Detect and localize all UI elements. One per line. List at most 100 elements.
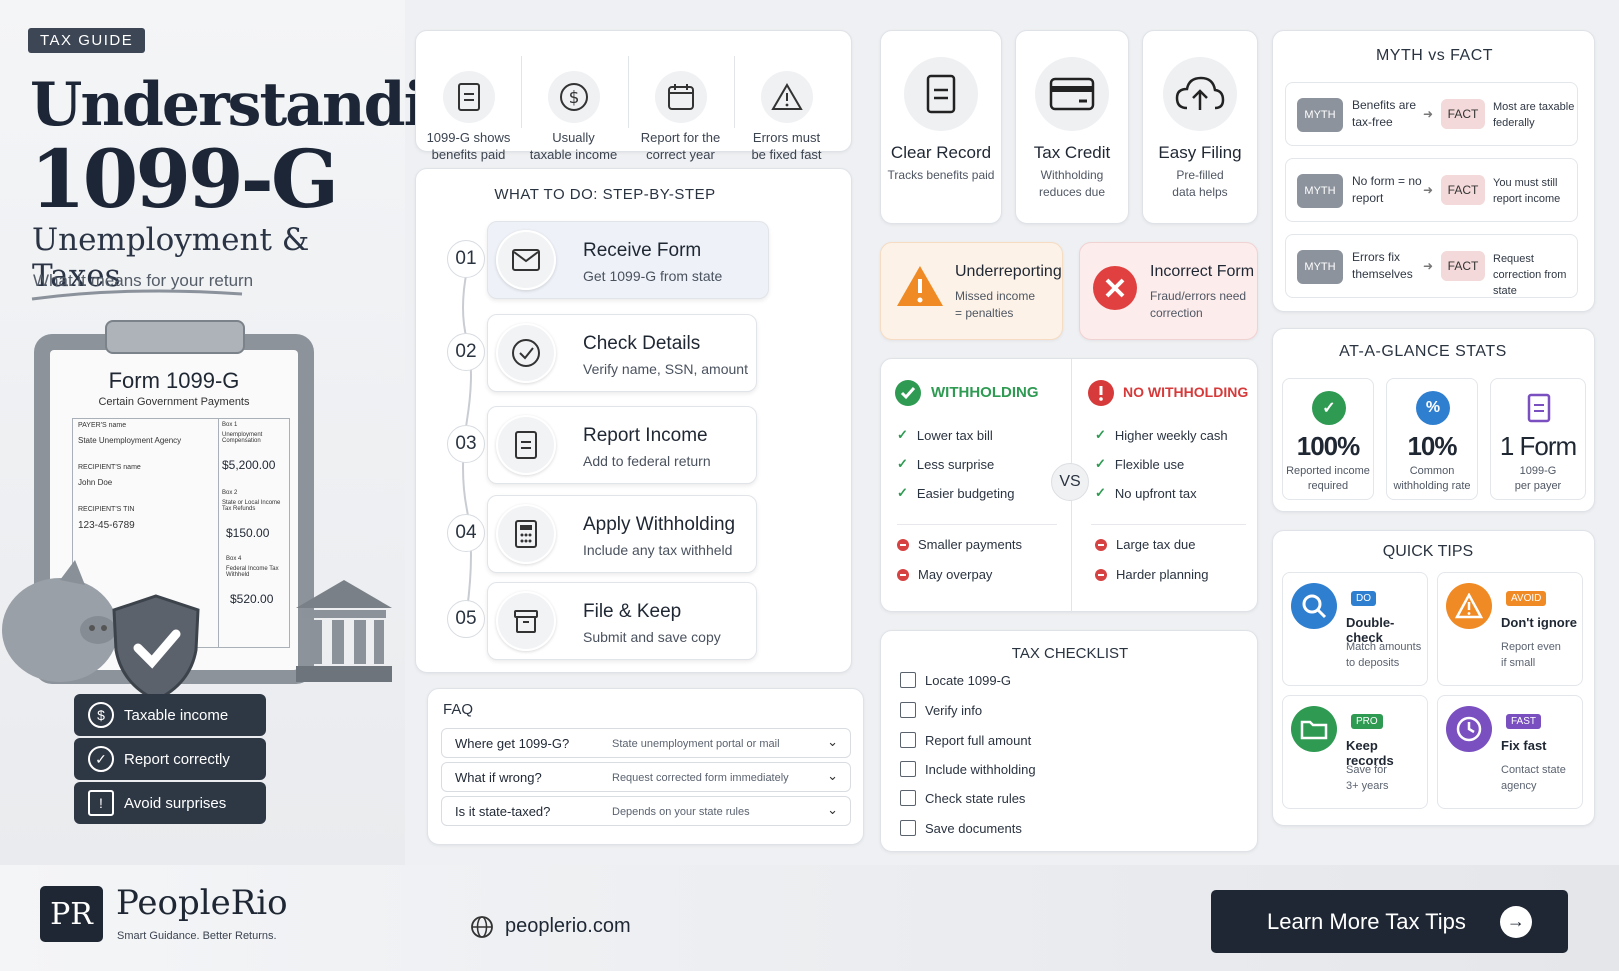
checklist-item[interactable]: Report full amount: [900, 732, 1031, 748]
alert-underreporting: Underreporting Missed income = penalties: [880, 242, 1063, 340]
document-icon: [515, 431, 537, 459]
myth-text: Benefits are tax-free: [1352, 98, 1417, 129]
step-file-keep: File & Keep Submit and save copy: [487, 582, 757, 660]
myth-title: MYTH vs FACT: [1375, 47, 1494, 64]
tip-double-check: DO Double-check Match amounts to deposit…: [1282, 572, 1428, 686]
payer-label: PAYER'S name: [78, 422, 127, 429]
feature-text: benefits paid: [431, 147, 506, 162]
compare-right-title: NO WITHHOLDING: [1123, 384, 1249, 400]
feature-text: taxable income: [529, 147, 618, 162]
shield-check-icon: [112, 594, 200, 702]
checkbox[interactable]: [900, 702, 916, 718]
feature-text: Errors must: [752, 130, 821, 145]
feature-text: be fixed fast: [751, 147, 822, 162]
check-icon: ✓: [1095, 456, 1106, 471]
step-desc: Add to federal return: [583, 453, 711, 469]
faq-answer: State unemployment portal or mail: [612, 738, 780, 750]
card-clear-record: Clear Record Tracks benefits paid: [880, 30, 1002, 224]
box1-value: $5,200.00: [222, 458, 276, 472]
tip-title: Fix fast: [1501, 738, 1547, 753]
check-icon: ✓: [88, 746, 114, 772]
form-title: Form 1099-G: [108, 368, 240, 393]
pro-item: ✓ Flexible use: [1095, 456, 1185, 472]
check-icon: ✓: [1095, 485, 1106, 500]
website-link[interactable]: peoplerio.com: [505, 915, 631, 938]
brand-name: PeopleRio: [116, 883, 288, 923]
feature-text: 1099-G shows: [426, 130, 511, 145]
chevron-down-icon: ⌄: [827, 802, 838, 817]
alert-circle-icon: [1088, 380, 1114, 406]
steps-title: WHAT TO DO: STEP-BY-STEP: [494, 186, 716, 203]
alert-title: Underreporting: [955, 263, 1062, 280]
recipient-value: John Doe: [78, 478, 113, 487]
feature-text: Usually: [552, 130, 595, 145]
checklist-item[interactable]: Save documents: [900, 820, 1022, 836]
tip-desc: 3+ years: [1346, 780, 1389, 792]
faq-answer: Depends on your state rules: [612, 806, 750, 818]
arrow-right-icon: ➜: [1423, 183, 1434, 197]
pill-label: Taxable income: [124, 706, 229, 724]
tip-title: Don't ignore: [1501, 615, 1578, 630]
clipboard-clip: [105, 320, 245, 354]
dollar-icon: $: [559, 83, 588, 111]
pro-item: ✓ Easier budgeting: [897, 485, 1015, 501]
tip-desc: if small: [1501, 657, 1536, 669]
tip-desc: Match amounts: [1346, 641, 1422, 653]
checklist-item[interactable]: Include withholding: [900, 761, 1036, 777]
card-title: Clear Record: [890, 143, 992, 162]
checkbox[interactable]: [900, 672, 916, 688]
tip-keep-records: PRO Keep records Save for 3+ years: [1282, 695, 1428, 809]
compare-left-title: WITHHOLDING: [931, 384, 1039, 401]
feature-strip: 1099-G shows benefits paid $ Usually tax…: [415, 30, 852, 162]
checkbox[interactable]: [900, 732, 916, 748]
minus-icon: [1095, 538, 1107, 551]
box4-value: $520.00: [230, 592, 274, 606]
pill-avoid-surprises: ! Avoid surprises: [74, 782, 266, 824]
stat-withholding-rate: % 10% Common withholding rate: [1386, 378, 1478, 500]
recipient-label: RECIPIENT'S name: [78, 464, 141, 471]
check-icon: ✓: [1095, 427, 1106, 442]
pro-item: ✓ Higher weekly cash: [1095, 427, 1228, 443]
dollar-icon: $: [88, 702, 114, 728]
pill-report-correctly: ✓ Report correctly: [74, 738, 266, 780]
stat-label: Common: [1409, 465, 1455, 477]
chevron-down-icon: ⌄: [827, 734, 838, 749]
hero-panel: TAX GUIDE Understanding 1099-G Unemploym…: [0, 0, 508, 865]
stat-reported-income: ✓ 100% Reported income required: [1282, 378, 1374, 500]
stat-label: Reported income: [1286, 465, 1370, 477]
warning-icon: [770, 83, 803, 110]
step-title: Receive Form: [583, 240, 702, 261]
tip-desc: Save for: [1346, 764, 1387, 776]
check-icon: ✓: [897, 485, 908, 500]
check-circle-icon: [895, 380, 921, 406]
checkbox[interactable]: [900, 790, 916, 806]
folder-icon: [1291, 706, 1337, 752]
step-desc: Get 1099-G from state: [583, 268, 723, 284]
checklist-item[interactable]: Locate 1099-G: [900, 672, 1011, 688]
arrow-right-icon: ➜: [1423, 107, 1434, 121]
box1-label: Box 1: [222, 422, 238, 428]
fact-text: Most are taxable federally: [1493, 101, 1575, 129]
faq-item[interactable]: What if wrong? Request corrected form im…: [441, 762, 851, 792]
faq-item[interactable]: Is it state-taxed? Depends on your state…: [441, 796, 851, 826]
box2-label: Box 2: [222, 490, 238, 496]
stat-label: 1099-G: [1519, 465, 1557, 477]
checklist-item[interactable]: Verify info: [900, 702, 982, 718]
archive-icon: [514, 610, 538, 633]
faq-item[interactable]: Where get 1099-G? State unemployment por…: [441, 728, 851, 758]
feature-errors: Errors must be fixed fast: [734, 71, 839, 163]
feature-year: Report for the correct year: [628, 71, 733, 163]
checkbox[interactable]: [900, 761, 916, 777]
fact-badge: FACT: [1441, 251, 1485, 281]
pro-item: ✓ Lower tax bill: [897, 427, 993, 443]
feature-text: correct year: [646, 147, 715, 162]
box4-desc: Federal Income Tax Withheld: [226, 566, 279, 578]
guide-tag: TAX GUIDE: [28, 28, 146, 53]
checklist-item[interactable]: Check state rules: [900, 790, 1025, 806]
learn-more-button[interactable]: Learn More Tax Tips →: [1211, 890, 1568, 953]
step-desc: Submit and save copy: [583, 629, 721, 645]
checkbox[interactable]: [900, 820, 916, 836]
warning-icon: [1446, 583, 1492, 629]
faq-question: What if wrong?: [455, 770, 542, 785]
box2-value: $150.00: [226, 526, 270, 540]
